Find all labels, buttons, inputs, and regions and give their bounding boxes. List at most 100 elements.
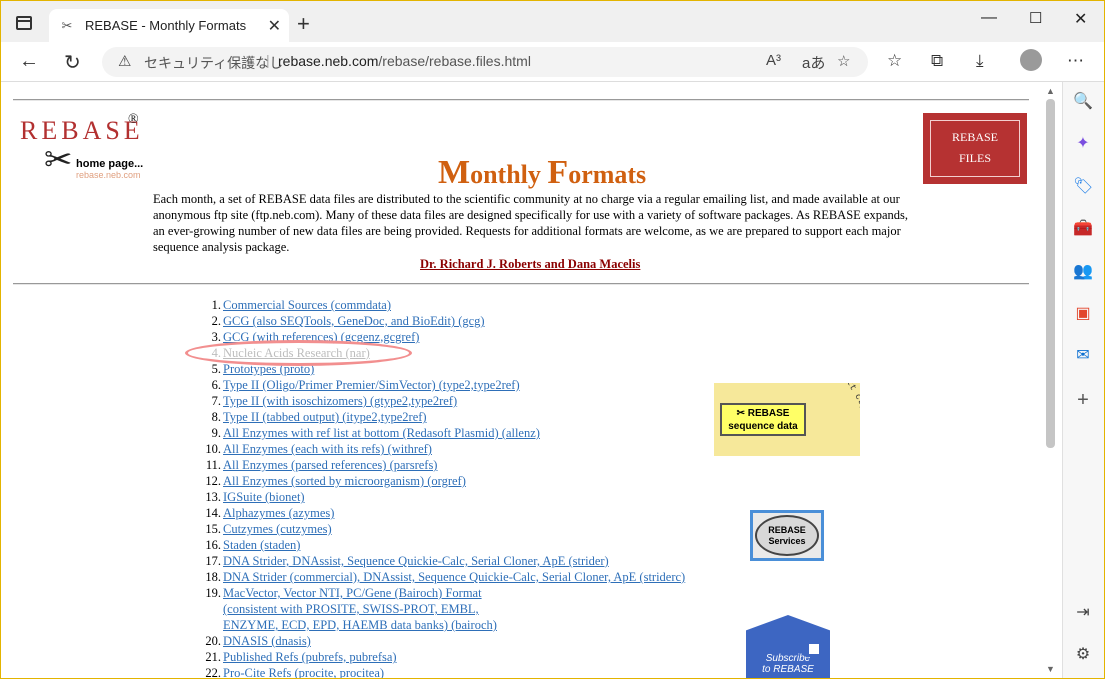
format-link[interactable]: All Enzymes with ref list at bottom (Red… bbox=[223, 425, 540, 441]
url-host: rebase.neb.com bbox=[278, 53, 379, 69]
registered-mark: ® bbox=[128, 112, 139, 127]
page-content: REBASE ® ✂ home page... rebase.neb.com M… bbox=[1, 82, 1041, 678]
new-tab-button[interactable]: + bbox=[297, 11, 310, 37]
read-aloud-icon[interactable]: A³ bbox=[766, 52, 781, 69]
sequence-data-label: ✂ REBASE sequence data bbox=[720, 403, 806, 436]
subscribe-badge[interactable]: Subscribe to REBASE bbox=[746, 615, 830, 678]
add-favorite-icon[interactable]: ☆ bbox=[837, 52, 850, 70]
list-number: 1. bbox=[211, 298, 221, 312]
sequence-data-badge[interactable]: gaattc ggatcc aagctt ctgcag gtcgac ✂ REB… bbox=[714, 383, 860, 456]
sidebar-collapse-icon[interactable]: ⇥ bbox=[1073, 603, 1093, 623]
subscribe-label-2: to REBASE bbox=[762, 664, 814, 675]
close-window-icon[interactable]: ✕ bbox=[1074, 9, 1087, 29]
title-initial-m: M bbox=[438, 154, 471, 191]
intro-paragraph: Each month, a set of REBASE data files a… bbox=[153, 192, 908, 254]
list-number: 11. bbox=[205, 458, 221, 472]
format-link[interactable]: MacVector, Vector NTI, PC/Gene (Bairoch)… bbox=[223, 585, 497, 633]
translate-icon[interactable]: aあ bbox=[802, 52, 825, 73]
format-link[interactable]: Type II (Oligo/Primer Premier/SimVector)… bbox=[223, 377, 520, 393]
services-oval: REBASE Services bbox=[755, 515, 819, 556]
format-link[interactable]: DNA Strider, DNAssist, Sequence Quickie-… bbox=[223, 553, 609, 569]
minimize-icon[interactable]: — bbox=[981, 9, 997, 27]
format-link-line-1: MacVector, Vector NTI, PC/Gene (Bairoch)… bbox=[223, 586, 482, 600]
list-number: 5. bbox=[211, 362, 221, 376]
title-initial-f: F bbox=[547, 154, 569, 191]
subscribe-label-1: Subscribe bbox=[765, 653, 811, 664]
format-link[interactable]: All Enzymes (parsed references) (parsref… bbox=[223, 457, 437, 473]
rebase-services-badge[interactable]: REBASE Services bbox=[750, 510, 824, 561]
tab-close-icon[interactable]: ✕ bbox=[268, 16, 281, 36]
list-number: 13. bbox=[205, 490, 221, 504]
list-number: 12. bbox=[205, 474, 221, 488]
back-icon[interactable]: ← bbox=[19, 50, 39, 73]
format-link[interactable]: Published Refs (pubrefs, pubrefsa) bbox=[223, 649, 397, 665]
list-number: 2. bbox=[211, 314, 221, 328]
top-divider bbox=[13, 99, 1029, 101]
format-link[interactable]: All Enzymes (sorted by microorganism) (o… bbox=[223, 473, 466, 489]
seq-label-2: sequence data bbox=[728, 421, 798, 432]
office-icon[interactable]: ▣ bbox=[1073, 304, 1093, 324]
scroll-up-icon[interactable]: ▲ bbox=[1046, 86, 1055, 96]
services-label-2: Services bbox=[768, 536, 806, 546]
downloads-icon[interactable]: ⤓ bbox=[976, 51, 984, 71]
services-label-1: REBASE bbox=[768, 525, 806, 535]
add-sidebar-icon[interactable]: + bbox=[1073, 390, 1093, 410]
maximize-icon[interactable]: ☐ bbox=[1029, 9, 1042, 27]
tab-rebase[interactable]: ✂ REBASE - Monthly Formats ✕ bbox=[49, 9, 289, 42]
list-number: 20. bbox=[205, 634, 221, 648]
outlook-icon[interactable]: ✉ bbox=[1073, 346, 1093, 366]
list-number: 3. bbox=[211, 330, 221, 344]
title-bar: ✂ REBASE - Monthly Formats ✕ + — ☐ ✕ bbox=[1, 1, 1104, 42]
rebase-files-label: REBASE FILES bbox=[930, 120, 1020, 177]
rebase-files-button[interactable]: REBASE FILES bbox=[923, 113, 1027, 184]
copilot-icon[interactable]: ✦ bbox=[1073, 134, 1093, 154]
rebase-files-line-2: FILES bbox=[958, 151, 991, 165]
scissors-small-icon: ✂ bbox=[736, 408, 748, 419]
address-separator: | bbox=[266, 52, 270, 68]
format-link[interactable]: DNASIS (dnasis) bbox=[223, 633, 311, 649]
shopping-tag-icon[interactable]: 🏷 bbox=[1073, 177, 1093, 197]
security-label[interactable]: セキュリティ保護なし bbox=[144, 53, 283, 73]
tab-title: REBASE - Monthly Formats bbox=[85, 18, 247, 33]
seq-label-1: REBASE bbox=[747, 408, 790, 419]
format-link-line-2: (consistent with PROSITE, SWISS-PROT, EM… bbox=[223, 602, 479, 616]
more-menu-icon[interactable]: ⋯ bbox=[1067, 51, 1084, 71]
list-number: 6. bbox=[211, 378, 221, 392]
rebase-logo[interactable]: REBASE ® ✂ home page... rebase.neb.com bbox=[18, 112, 146, 190]
scroll-down-icon[interactable]: ▼ bbox=[1046, 664, 1055, 674]
scissors-favicon-icon: ✂ bbox=[61, 18, 73, 33]
refresh-icon[interactable]: ↻ bbox=[64, 50, 81, 75]
title-part-1: onthly bbox=[470, 160, 548, 189]
scroll-thumb[interactable] bbox=[1046, 99, 1055, 448]
favorites-icon[interactable]: ☆ bbox=[887, 51, 902, 71]
format-link[interactable]: Commercial Sources (commdata) bbox=[223, 297, 391, 313]
logo-url: rebase.neb.com bbox=[76, 170, 141, 180]
format-link[interactable]: Cutzymes (cutzymes) bbox=[223, 521, 332, 537]
list-number: 21. bbox=[205, 650, 221, 664]
list-number: 15. bbox=[205, 522, 221, 536]
address-bar[interactable]: ⚠ セキュリティ保護なし | rebase.neb.com/rebase/reb… bbox=[102, 47, 868, 77]
tools-icon[interactable]: 🧰 bbox=[1073, 219, 1093, 239]
format-link[interactable]: Type II (with isoschizomers) (gtype2,typ… bbox=[223, 393, 457, 409]
format-link[interactable]: IGSuite (bionet) bbox=[223, 489, 305, 505]
authors-link[interactable]: Dr. Richard J. Roberts and Dana Macelis bbox=[420, 257, 640, 272]
format-link[interactable]: Alphazymes (azymes) bbox=[223, 505, 334, 521]
format-link[interactable]: GCG (also SEQTools, GeneDoc, and BioEdit… bbox=[223, 313, 485, 329]
profile-avatar[interactable] bbox=[1020, 49, 1042, 71]
page-title: Monthly Formats bbox=[438, 154, 646, 192]
browser-toolbar: ← ↻ ⚠ セキュリティ保護なし | rebase.neb.com/rebase… bbox=[1, 42, 1104, 82]
format-link[interactable]: Staden (staden) bbox=[223, 537, 300, 553]
format-link[interactable]: DNA Strider (commercial), DNAssist, Sequ… bbox=[223, 569, 685, 585]
vertical-scrollbar[interactable]: ▲ ▼ bbox=[1041, 82, 1062, 678]
collections-icon[interactable]: ⧉ bbox=[931, 51, 943, 71]
format-link[interactable]: Type II (tabbed output) (itype2,type2ref… bbox=[223, 409, 427, 425]
url-text[interactable]: rebase.neb.com/rebase/rebase.files.html bbox=[278, 53, 531, 69]
games-icon[interactable]: 👥 bbox=[1073, 262, 1093, 282]
settings-gear-icon[interactable]: ⚙ bbox=[1073, 645, 1093, 665]
list-number: 19. bbox=[205, 586, 221, 600]
format-link[interactable]: All Enzymes (each with its refs) (withre… bbox=[223, 441, 432, 457]
search-icon[interactable]: 🔍 bbox=[1073, 92, 1093, 112]
format-link[interactable]: Pro-Cite Refs (procite, procitea) bbox=[223, 665, 384, 678]
tab-actions-icon[interactable] bbox=[16, 16, 32, 30]
qr-code-icon bbox=[806, 641, 822, 657]
